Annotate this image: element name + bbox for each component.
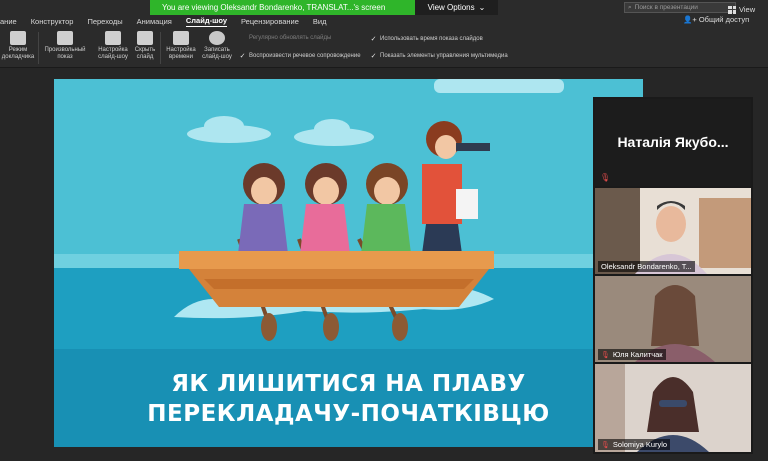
slide-title-line-2: ПЕРЕКЛАДАЧУ-ПОЧАТКІВЦЮ	[147, 401, 550, 427]
top-bar: ание Конструктор Переходы Анимация Слайд…	[0, 0, 768, 28]
participant-name: Oleksandr Bondarenko, T...	[601, 262, 692, 271]
menu-item-view[interactable]: Вид	[313, 17, 327, 26]
participant-name: Юля Калитчак	[612, 350, 663, 359]
cloud-icon	[434, 79, 564, 93]
search-input[interactable]: ⌕ Поиск в презентации	[624, 2, 736, 13]
checkbox-refresh-label: Регулярно обновлять слайды	[249, 35, 332, 41]
checkbox-use-timings[interactable]: ✓ Использовать время показа слайдов	[370, 35, 483, 43]
participant-tile[interactable]: Oleksandr Bondarenko, T...	[595, 188, 751, 274]
checkbox-narrations[interactable]: ✓ Воспроизвести речевое сопровождение	[239, 52, 361, 60]
checkmark-icon: ✓	[370, 36, 377, 43]
rower-1	[238, 163, 288, 254]
hide-slide-label: Скрыть слайд	[134, 47, 156, 60]
share-button[interactable]: 👤+ Общий доступ	[683, 15, 749, 24]
mic-muted-icon: 🎙	[601, 351, 610, 359]
presenter-icon	[10, 31, 26, 45]
checkmark-icon: ✓	[370, 53, 377, 60]
menu-item-review[interactable]: Рецензирование	[241, 17, 299, 26]
rower-3	[361, 163, 411, 254]
menu-item-insert[interactable]: ание	[0, 17, 17, 26]
search-icon: ⌕	[628, 3, 632, 11]
slide-title-line-1: ЯК ЛИШИТИСЯ НА ПЛАВУ	[171, 371, 526, 397]
grid-icon	[728, 5, 736, 14]
cloud-icon	[187, 116, 271, 143]
hide-slide-button[interactable]: Скрыть слайд	[133, 31, 157, 61]
lookout	[422, 121, 490, 254]
participant-label: 🎙 Solomiya Kurylo	[598, 439, 671, 450]
checkmark-icon: ✓	[239, 53, 246, 60]
checkbox-media-controls-label: Показать элементы управления мультимедиа	[380, 53, 508, 59]
cloud-icon	[294, 119, 374, 146]
setup-icon	[105, 31, 121, 45]
boat	[179, 251, 494, 307]
custom-show-label: Произвольный показ	[44, 47, 86, 60]
custom-show-button[interactable]: Произвольный показ	[42, 31, 88, 61]
view-options-button[interactable]: View Options ⌄	[415, 0, 498, 15]
participants-panel: Наталія Якубо... 🎙 Oleksandr Bondarenko,…	[593, 97, 753, 454]
participant-tile[interactable]: 🎙 Solomiya Kurylo	[595, 364, 751, 452]
presenter-mode-label: Режим докладчика	[1, 47, 35, 60]
record-slideshow-button[interactable]: Записать слайд-шоу	[200, 31, 234, 61]
ribbon-divider	[160, 32, 161, 64]
view-label: View	[739, 5, 756, 14]
presenter-mode-button[interactable]: Режим докладчика	[2, 31, 34, 61]
setup-slideshow-label: Настройка слайд-шоу	[98, 47, 128, 60]
timer-icon	[173, 31, 189, 45]
add-person-icon: 👤+	[683, 15, 697, 24]
participant-name: Solomiya Kurylo	[612, 440, 668, 449]
menu-item-slideshow[interactable]: Слайд-шоу	[185, 16, 227, 27]
ribbon: Режим докладчика Произвольный показ Наст…	[0, 28, 768, 68]
record-icon	[209, 31, 225, 45]
participant-label: 🎙 Юля Калитчак	[598, 349, 666, 360]
rehearse-timings-label: Настройка времени	[166, 47, 196, 60]
viewing-text: You are viewing Oleksandr Bondarenko, TR…	[162, 3, 386, 12]
ribbon-divider	[38, 32, 39, 64]
record-slideshow-label: Записать слайд-шоу	[202, 47, 232, 60]
menu-item-design[interactable]: Конструктор	[31, 17, 74, 26]
zoom-window: ание Конструктор Переходы Анимация Слайд…	[0, 0, 768, 461]
participant-name: Наталія Якубо...	[617, 133, 729, 150]
checkbox-refresh-slides[interactable]: Регулярно обновлять слайды	[239, 35, 331, 41]
share-label: Общий доступ	[698, 15, 750, 24]
custom-show-icon	[57, 31, 73, 45]
view-button[interactable]: View	[728, 5, 755, 14]
search-placeholder: Поиск в презентации	[634, 4, 698, 11]
mic-muted-icon: 🎙	[600, 173, 611, 182]
spyglass-icon	[456, 143, 490, 151]
shared-slide: ЯК ЛИШИТИСЯ НА ПЛАВУ ПЕРЕКЛАДАЧУ-ПОЧАТКІ…	[54, 79, 643, 447]
view-options-label: View Options	[427, 3, 475, 12]
chevron-down-icon: ⌄	[478, 3, 486, 12]
menu-item-transitions[interactable]: Переходы	[87, 17, 122, 26]
participant-label: Oleksandr Bondarenko, T...	[598, 261, 695, 272]
hide-slide-icon	[137, 31, 153, 45]
checkbox-narrations-label: Воспроизвести речевое сопровождение	[249, 53, 361, 59]
participant-tile-featured[interactable]: Наталія Якубо... 🎙	[595, 99, 751, 186]
rehearse-timings-button[interactable]: Настройка времени	[165, 31, 197, 61]
setup-slideshow-button[interactable]: Настройка слайд-шоу	[96, 31, 130, 61]
checkbox-media-controls[interactable]: ✓ Показать элементы управления мультимед…	[370, 52, 508, 60]
ppt-menu-bar: ание Конструктор Переходы Анимация Слайд…	[0, 14, 341, 28]
mic-muted-icon: 🎙	[601, 441, 610, 449]
menu-item-animation[interactable]: Анимация	[137, 17, 172, 26]
checkbox-use-timings-label: Использовать время показа слайдов	[380, 36, 483, 42]
participant-tile[interactable]: 🎙 Юля Калитчак	[595, 276, 751, 362]
rower-2	[300, 163, 350, 254]
screen-share-banner: You are viewing Oleksandr Bondarenko, TR…	[150, 0, 498, 15]
